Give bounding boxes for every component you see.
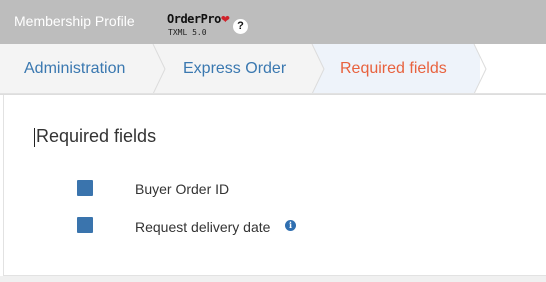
breadcrumb-item-express-order[interactable]: Express Order: [183, 44, 286, 94]
app-title: Membership Profile: [14, 13, 135, 29]
bottom-strip: [0, 276, 546, 282]
top-bar: Membership Profile OrderPro❤ TXML 5.0 ?: [0, 0, 546, 44]
logo-version: TXML 5.0: [168, 28, 207, 37]
breadcrumb-item-required-fields: Required fields: [340, 60, 447, 77]
request-delivery-date-checkbox[interactable]: [77, 217, 93, 233]
request-delivery-date-label: Request delivery date: [135, 219, 271, 235]
orderpro-logo: OrderPro❤ TXML 5.0: [167, 10, 230, 38]
buyer-order-id-label: Buyer Order ID: [135, 181, 230, 197]
buyer-order-id-checkbox[interactable]: [77, 180, 93, 196]
text-cursor: [34, 128, 35, 147]
heart-icon: ❤: [220, 14, 231, 26]
breadcrumb-item-administration[interactable]: Administration: [24, 44, 125, 94]
section-title: Required fields: [36, 126, 157, 146]
help-icon[interactable]: ?: [233, 19, 248, 34]
info-icon[interactable]: i: [285, 220, 296, 231]
logo-name: OrderPro: [167, 12, 221, 26]
